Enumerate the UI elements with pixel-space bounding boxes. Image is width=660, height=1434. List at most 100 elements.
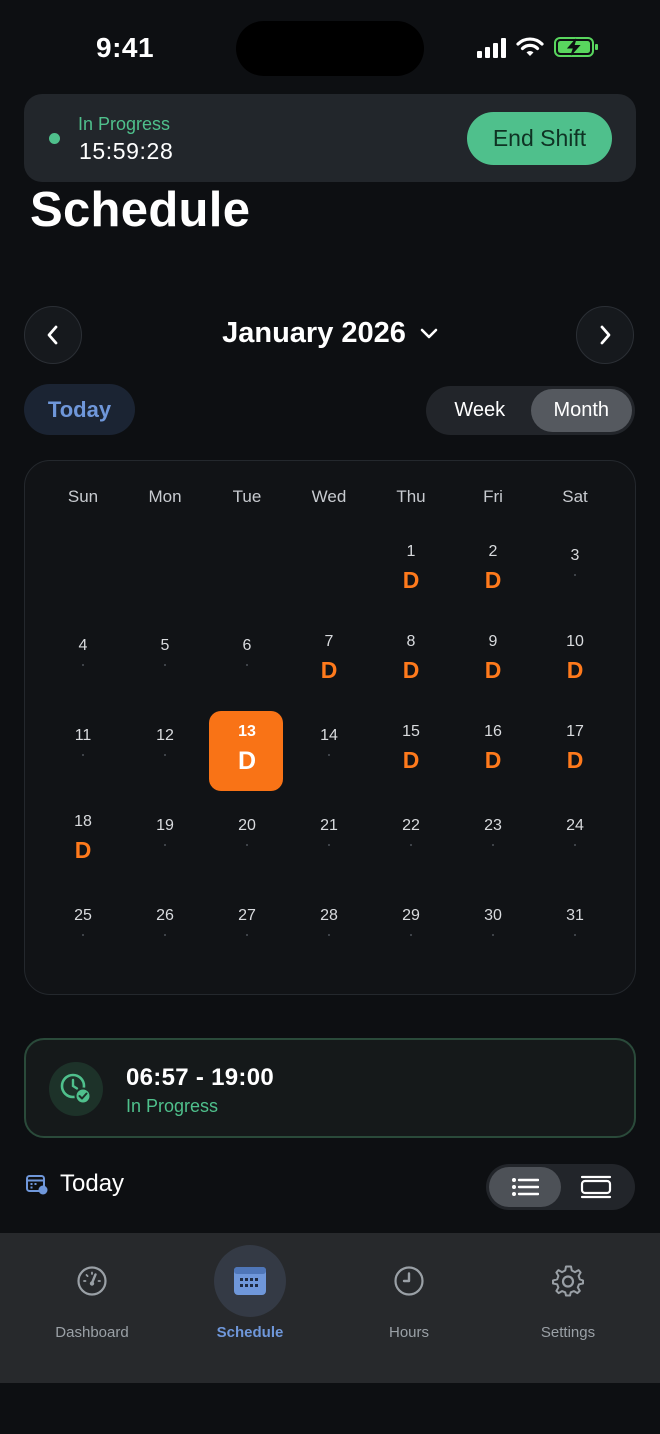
month-selector[interactable]: January 2026 [0,317,660,350]
month-label: January 2026 [222,317,406,349]
today-button[interactable]: Today [24,384,135,435]
calendar-day[interactable]: 29 [370,891,452,971]
status-bar-icons [477,36,600,58]
calendar-day[interactable]: 23 [452,801,534,881]
shift-card-status: In Progress [126,1096,219,1116]
calendar-day[interactable]: 12 [124,711,206,791]
calendar-day[interactable]: 10 D [534,621,616,701]
calendar-day[interactable]: 3 [534,531,616,611]
day-number: 15 [402,723,420,740]
day-number: 11 [74,727,92,744]
chevron-right-icon [600,325,611,345]
next-month-button[interactable] [576,306,634,364]
no-shift-dot [492,844,494,846]
calendar-day[interactable]: 25 [42,891,124,971]
calendar-day[interactable]: 27 [206,891,288,971]
gear-icon [552,1265,584,1297]
shift-status-label: In Progress [78,114,171,134]
calendar-day[interactable]: 21 [288,801,370,881]
calendar-day[interactable]: 14 [288,711,370,791]
tab-settings[interactable]: Settings [488,1233,648,1353]
end-shift-button[interactable]: End Shift [467,112,612,165]
no-shift-dot [164,934,166,936]
home-indicator-area [0,1383,660,1434]
weekday-header: Tue [232,487,262,506]
calendar-day[interactable]: 15 D [370,711,452,791]
today-section-header: Today [26,1170,124,1198]
tab-dashboard[interactable]: Dashboard [12,1233,172,1353]
calendar-day[interactable]: 5 [124,621,206,701]
shift-indicator: D [402,657,420,683]
shift-indicator: D [484,567,502,593]
calendar-day[interactable]: 30 [452,891,534,971]
calendar-day[interactable]: 24 [534,801,616,881]
calendar-day-selected[interactable]: 13 D [206,711,288,791]
calendar-day[interactable]: 22 [370,801,452,881]
weekday-header: Mon [148,487,182,506]
calendar-day[interactable]: 6 [206,621,288,701]
month-view-option[interactable]: Month [530,389,632,432]
wifi-icon [516,37,544,56]
tab-bar: Dashboard Schedule Hours Settings [0,1233,660,1383]
day-number: 13 [238,723,256,740]
calendar-day[interactable]: 17 D [534,711,616,791]
battery-charging-icon [554,37,598,57]
day-number: 16 [484,723,502,740]
calendar-day[interactable]: 16 D [452,711,534,791]
clock-icon [394,1266,424,1296]
calendar-day[interactable]: 11 [42,711,124,791]
day-number: 12 [156,727,174,744]
calendar-day[interactable]: 31 [534,891,616,971]
calendar-day[interactable]: 1D [370,531,452,611]
calendar-day[interactable]: 9D [452,621,534,701]
schedule-screen: 9:41 In Progress 15:59:28 End Shift Sche… [0,0,660,1434]
week-view-option[interactable]: Week [429,389,531,432]
calendar-day[interactable]: 7D [288,621,370,701]
tab-label-settings: Settings [540,1324,596,1341]
status-bar-time: 9:41 [96,32,155,63]
shift-indicator: D [320,657,338,683]
weekday-header: Fri [483,487,503,506]
calendar-day[interactable]: 18 D [42,801,124,881]
day-number: 20 [238,817,256,834]
calendar-day[interactable]: 2D [452,531,534,611]
day-number: 27 [238,907,256,924]
status-dot [49,133,60,144]
tab-icon-wrap [56,1245,128,1317]
shift-indicator: D [566,657,584,683]
day-number: 7 [324,633,334,650]
no-shift-dot [82,934,84,936]
list-layout-button[interactable] [489,1167,561,1207]
no-shift-dot [328,934,330,936]
calendar-day[interactable]: 26 [124,891,206,971]
no-shift-dot [164,844,166,846]
day-number: 25 [74,907,92,924]
current-shift-card[interactable]: 06:57 - 19:00 In Progress [24,1038,636,1138]
card-list-icon [581,1175,612,1199]
day-number: 5 [160,637,170,654]
no-shift-dot [328,844,330,846]
calendar-day[interactable]: 4 [42,621,124,701]
shift-indicator: D [566,747,584,773]
day-number: 6 [242,637,252,654]
day-number: 30 [484,907,502,924]
weekday-header: Sat [562,487,588,506]
day-number: 24 [566,817,584,834]
no-shift-dot [246,844,248,846]
weekday-header: Wed [311,487,347,506]
shift-timer: 15:59:28 [79,138,174,164]
tab-hours[interactable]: Hours [329,1233,489,1353]
calendar-day[interactable]: 20 [206,801,288,881]
day-number: 8 [406,633,416,650]
active-shift-banner: In Progress 15:59:28 End Shift [24,94,636,182]
card-layout-button[interactable] [561,1167,633,1207]
shift-indicator: D [237,747,257,775]
no-shift-dot [492,934,494,936]
calendar-day[interactable]: 28 [288,891,370,971]
calendar-day[interactable]: 8D [370,621,452,701]
day-number: 26 [156,907,174,924]
calendar-day[interactable]: 19 [124,801,206,881]
tab-schedule[interactable]: Schedule [170,1233,330,1353]
signal-icon [477,36,506,58]
no-shift-dot [246,664,248,666]
